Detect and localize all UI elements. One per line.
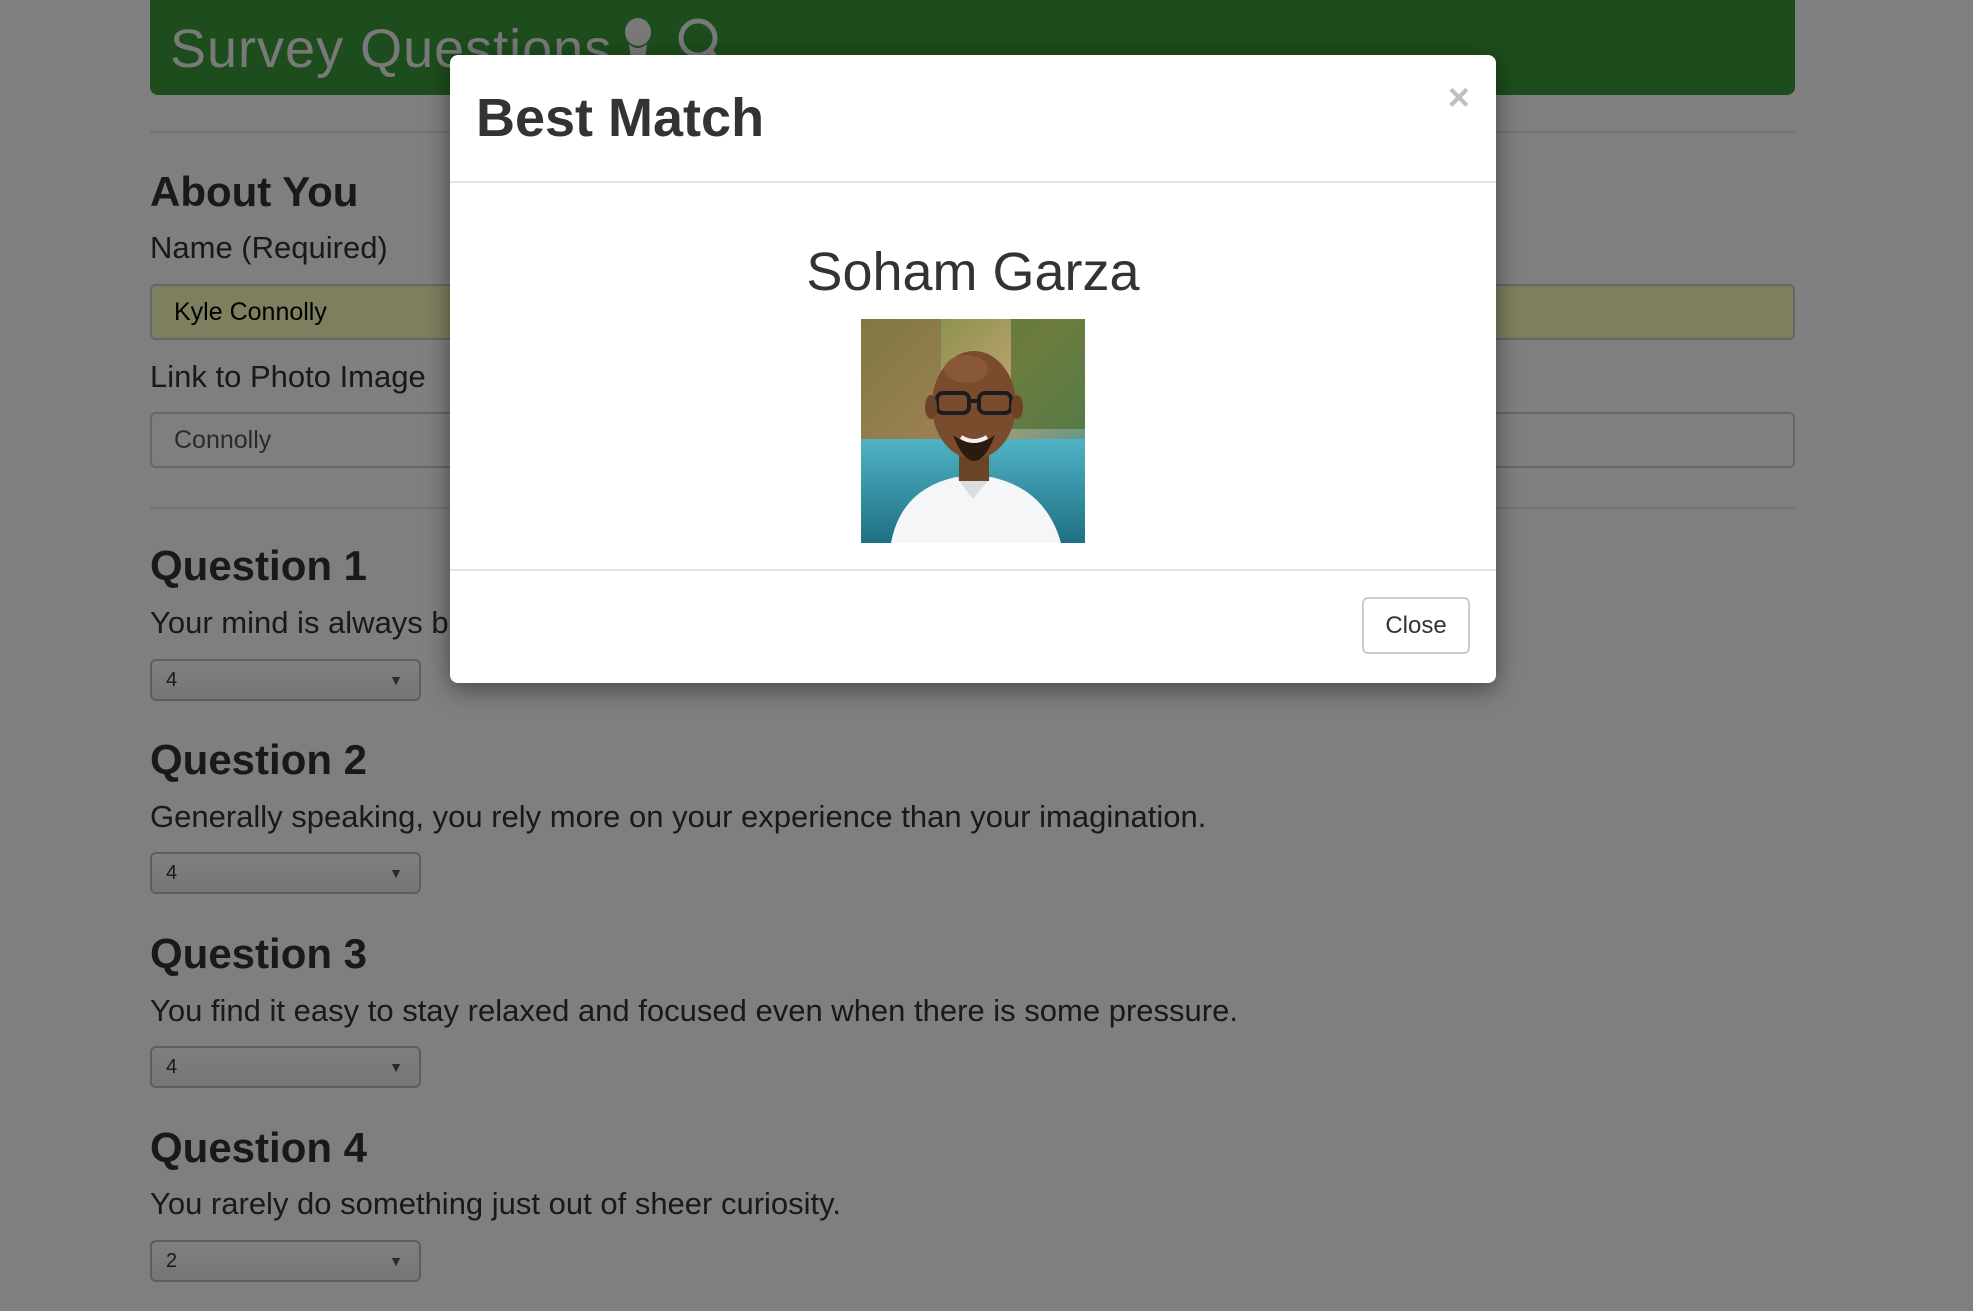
close-icon[interactable]: × xyxy=(1448,77,1470,120)
modal-header: Best Match × xyxy=(450,55,1496,183)
modal-title: Best Match xyxy=(476,88,765,148)
best-match-modal: Best Match × Soham Garza Close xyxy=(450,55,1496,683)
match-name: Soham Garza xyxy=(806,242,1140,302)
survey-page: Survey Questions About You Name (Require… xyxy=(0,0,1973,1311)
match-photo xyxy=(861,319,1085,543)
modal-footer: Close xyxy=(450,569,1496,683)
close-button[interactable]: Close xyxy=(1362,597,1470,654)
